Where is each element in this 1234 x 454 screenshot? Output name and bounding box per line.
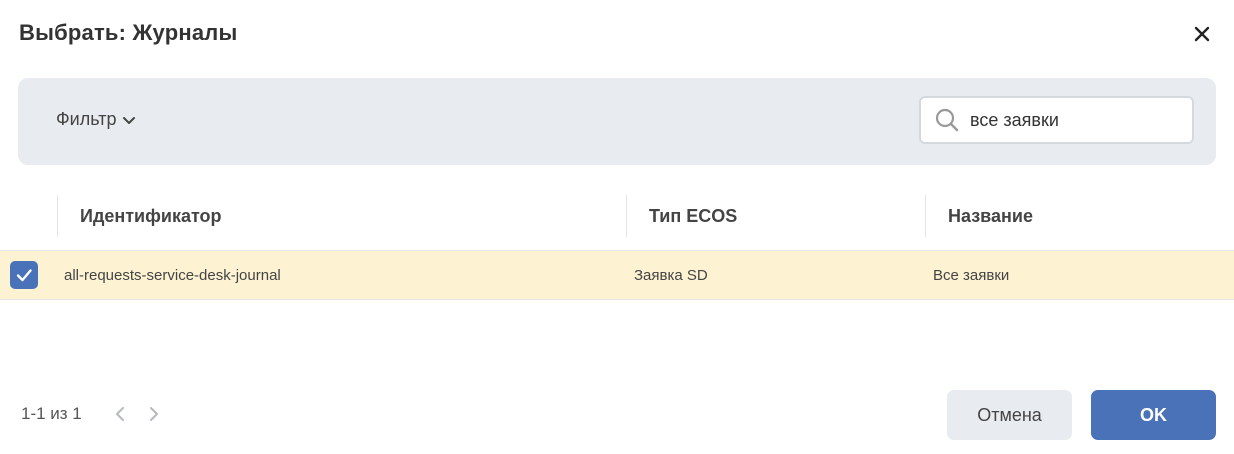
dialog-title: Выбрать: Журналы bbox=[19, 20, 238, 45]
table-row[interactable]: all-requests-service-desk-journal Заявка… bbox=[0, 251, 1234, 300]
chevron-right-icon bbox=[149, 407, 158, 421]
row-checkbox[interactable] bbox=[10, 261, 38, 289]
close-icon bbox=[1194, 26, 1210, 42]
table-header: Идентификатор Тип ECOS Название bbox=[0, 190, 1234, 251]
column-header-ecos-type[interactable]: Тип ECOS bbox=[626, 195, 926, 237]
prev-page-button[interactable] bbox=[110, 404, 130, 424]
column-header-identifier[interactable]: Идентификатор bbox=[57, 195, 627, 237]
close-button[interactable] bbox=[1190, 22, 1214, 46]
chevron-left-icon bbox=[115, 407, 124, 421]
column-header-name[interactable]: Название bbox=[925, 195, 1234, 237]
filter-bar: Фильтр bbox=[18, 78, 1216, 165]
cancel-button[interactable]: Отмена bbox=[947, 390, 1072, 440]
filter-toggle[interactable]: Фильтр bbox=[56, 109, 136, 130]
pagination: 1-1 из 1 bbox=[21, 404, 164, 424]
journals-table: Идентификатор Тип ECOS Название all-requ… bbox=[0, 190, 1234, 300]
cell-ecos-type: Заявка SD bbox=[634, 266, 708, 284]
ok-button[interactable]: OK bbox=[1091, 390, 1216, 440]
chevron-down-icon bbox=[123, 116, 136, 124]
search-box[interactable] bbox=[919, 96, 1194, 144]
search-icon bbox=[935, 108, 959, 132]
pagination-range: 1-1 из 1 bbox=[21, 404, 82, 423]
cell-name: Все заявки bbox=[933, 266, 1010, 284]
checkmark-icon bbox=[16, 269, 32, 282]
search-input[interactable] bbox=[968, 108, 1172, 132]
next-page-button[interactable] bbox=[144, 404, 164, 424]
filter-label: Фильтр bbox=[56, 109, 117, 129]
cell-identifier: all-requests-service-desk-journal bbox=[64, 266, 281, 284]
